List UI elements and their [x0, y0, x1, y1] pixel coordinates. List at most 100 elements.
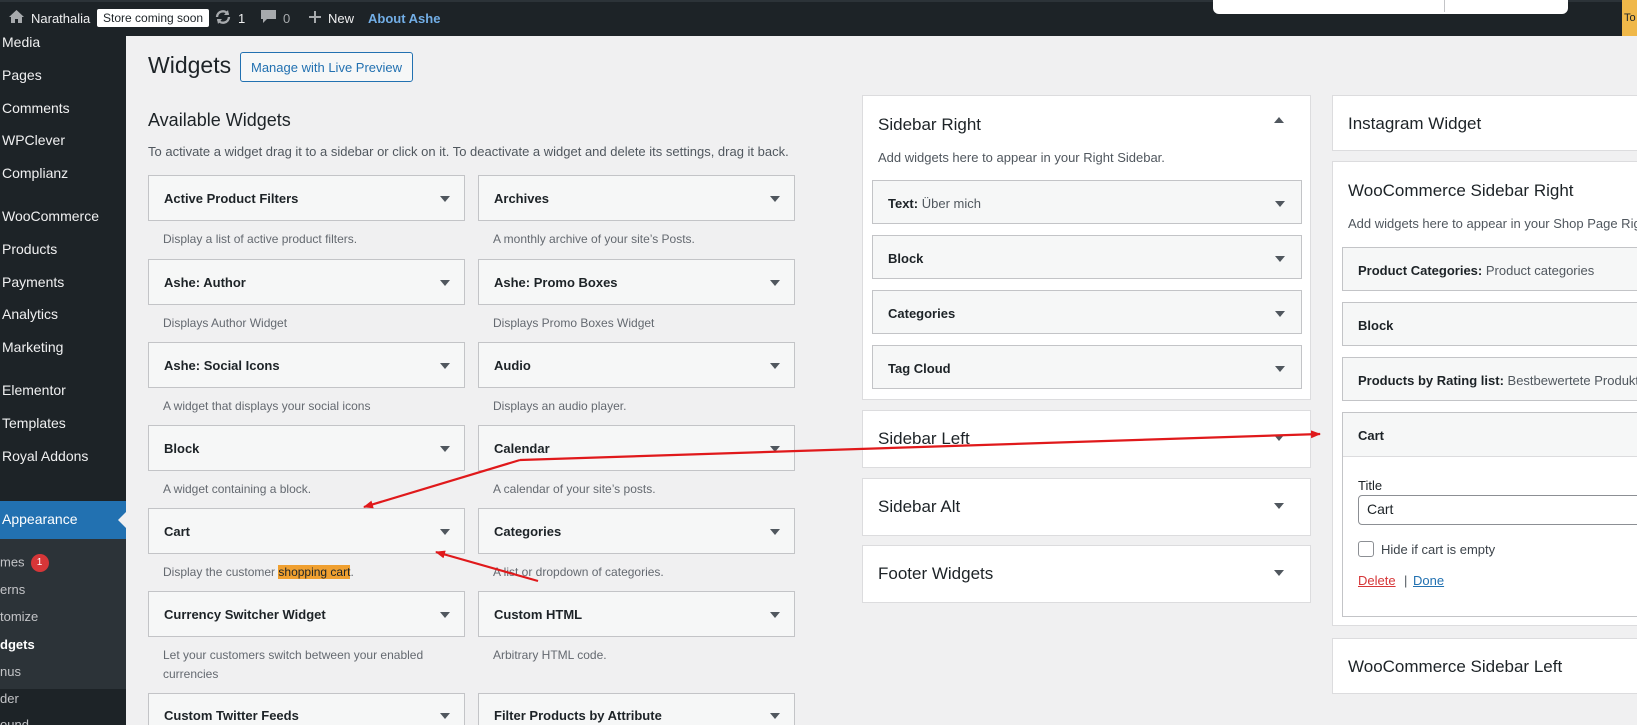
widget-ashe-social-icons[interactable]: Ashe: Social Icons — [148, 342, 465, 388]
chevron-down-icon[interactable] — [440, 713, 450, 719]
chevron-down-icon[interactable] — [440, 363, 450, 369]
menu-item-media[interactable]: Media — [2, 34, 40, 50]
menu-item-complianz[interactable]: Complianz — [2, 165, 68, 181]
area-title: Sidebar Left — [878, 429, 970, 448]
title-input[interactable]: Cart — [1358, 495, 1637, 525]
admin-bar-corner-item[interactable]: To — [1622, 0, 1637, 36]
widget-description: A calendar of your site’s posts. — [493, 482, 656, 496]
chevron-down-icon[interactable] — [1274, 435, 1284, 441]
chevron-down-icon[interactable] — [1275, 256, 1285, 262]
submenu-label: der — [0, 691, 19, 706]
widget-title: Cart — [164, 524, 191, 539]
delete-link[interactable]: Delete — [1358, 573, 1396, 588]
woo-right-widget-products-by-rating[interactable]: Products by Rating list: Bestbewertete P… — [1342, 357, 1637, 401]
submenu-item-menus[interactable]: nus — [0, 664, 21, 679]
chevron-down-icon[interactable] — [770, 713, 780, 719]
widget-ashe-author[interactable]: Ashe: Author — [148, 259, 465, 305]
sidebar-right-widget-tag-cloud[interactable]: Tag Cloud — [872, 345, 1302, 389]
manage-live-preview-button[interactable]: Manage with Live Preview — [240, 52, 414, 82]
sidebar-right-widget-categories[interactable]: Categories — [872, 290, 1302, 334]
about-ashe-link[interactable]: About Ashe — [368, 0, 440, 36]
submenu-item-patterns[interactable]: erns — [0, 582, 25, 597]
chevron-down-icon[interactable] — [1274, 570, 1284, 576]
submenu-item-widgets[interactable]: dgets — [0, 637, 35, 652]
sidebar-right-widget-text[interactable]: Text: Über mich — [872, 180, 1302, 224]
menu-item-pages[interactable]: Pages — [2, 67, 42, 83]
submenu-item-header[interactable]: der — [0, 691, 19, 706]
chevron-up-icon[interactable] — [1274, 117, 1284, 123]
updates-link[interactable]: 1 — [214, 0, 245, 36]
desc-text: Display the customer — [163, 565, 279, 579]
widget-custom-twitter-feeds[interactable]: Custom Twitter Feeds — [148, 693, 465, 725]
menu-item-products[interactable]: Products — [2, 241, 57, 257]
sidebar-left-area[interactable]: Sidebar Left — [862, 410, 1311, 468]
woo-right-widget-product-categories[interactable]: Product Categories: Product categories — [1342, 247, 1637, 291]
menu-label: WPClever — [2, 132, 66, 148]
chevron-down-icon[interactable] — [440, 446, 450, 452]
widget-calendar[interactable]: Calendar — [478, 425, 795, 471]
submenu-item-customize[interactable]: tomize — [0, 609, 38, 624]
hide-if-empty-checkbox[interactable] — [1358, 541, 1374, 557]
woo-right-widget-block[interactable]: Block — [1342, 302, 1637, 346]
chevron-down-icon[interactable] — [440, 529, 450, 535]
widget-archives[interactable]: Archives — [478, 175, 795, 221]
submenu-item-background[interactable]: ound — [0, 717, 29, 725]
menu-item-analytics[interactable]: Analytics — [2, 306, 58, 322]
admin-bar-search-box[interactable] — [1213, 0, 1568, 14]
chevron-down-icon[interactable] — [1275, 366, 1285, 372]
menu-item-woocommerce[interactable]: WooCommerce — [2, 208, 99, 224]
comments-link[interactable]: 0 — [260, 0, 290, 36]
chevron-down-icon[interactable] — [440, 612, 450, 618]
chevron-down-icon[interactable] — [1274, 503, 1284, 509]
chevron-down-icon[interactable] — [1275, 201, 1285, 207]
chevron-down-icon[interactable] — [770, 612, 780, 618]
appearance-submenu: mes 1 erns tomize dgets nus der ound — [0, 539, 126, 725]
chevron-down-icon[interactable] — [440, 280, 450, 286]
widget-categories[interactable]: Categories — [478, 508, 795, 554]
menu-item-royal-addons[interactable]: Royal Addons — [2, 448, 88, 464]
widget-active-product-filters[interactable]: Active Product Filters — [148, 175, 465, 221]
widget-custom-html[interactable]: Custom HTML — [478, 591, 795, 637]
area-title: Footer Widgets — [878, 564, 994, 583]
submenu-item-themes[interactable]: mes 1 — [0, 554, 49, 572]
woocommerce-sidebar-left-area[interactable]: WooCommerce Sidebar Left — [1332, 638, 1637, 694]
widget-block[interactable]: Block — [148, 425, 465, 471]
widget-filter-products-by-attribute[interactable]: Filter Products by Attribute — [478, 693, 795, 725]
cart-widget-header[interactable]: Cart — [1343, 413, 1637, 457]
footer-widgets-area[interactable]: Footer Widgets — [862, 545, 1311, 603]
chevron-down-icon[interactable] — [1275, 311, 1285, 317]
instagram-widget-area[interactable]: Instagram Widget — [1332, 95, 1637, 151]
chevron-down-icon[interactable] — [770, 446, 780, 452]
menu-item-payments[interactable]: Payments — [2, 274, 64, 290]
sidebar-right-widget-block[interactable]: Block — [872, 235, 1302, 279]
submenu-label: mes — [0, 554, 25, 570]
chevron-down-icon[interactable] — [770, 280, 780, 286]
widget-audio[interactable]: Audio — [478, 342, 795, 388]
site-name-link[interactable]: Narathalia — [8, 0, 90, 36]
menu-label: Royal Addons — [2, 448, 89, 464]
widget-title: Archives — [494, 191, 549, 206]
menu-label: WooCommerce — [2, 208, 99, 224]
menu-item-appearance[interactable]: Appearance — [0, 501, 126, 539]
sidebar-alt-area[interactable]: Sidebar Alt — [862, 478, 1311, 536]
menu-item-marketing[interactable]: Marketing — [2, 339, 63, 355]
menu-item-templates[interactable]: Templates — [2, 415, 66, 431]
chevron-down-icon[interactable] — [440, 196, 450, 202]
chevron-down-icon[interactable] — [770, 363, 780, 369]
chevron-down-icon[interactable] — [770, 196, 780, 202]
done-link[interactable]: Done — [1413, 573, 1444, 588]
widget-description: A monthly archive of your site’s Posts. — [493, 232, 695, 246]
area-title: WooCommerce Sidebar Right — [1348, 181, 1574, 200]
menu-item-elementor[interactable]: Elementor — [2, 382, 66, 398]
widget-title: Custom Twitter Feeds — [164, 708, 299, 723]
menu-item-wpclever[interactable]: WPClever — [2, 132, 65, 148]
widget-title: Cart — [1358, 428, 1385, 443]
chevron-down-icon[interactable] — [770, 529, 780, 535]
widget-cart[interactable]: Cart — [148, 508, 465, 554]
new-content-link[interactable]: New — [308, 0, 354, 36]
widget-currency-switcher[interactable]: Currency Switcher Widget — [148, 591, 465, 637]
menu-item-comments[interactable]: Comments — [2, 100, 70, 116]
store-status[interactable]: Store coming soon — [97, 0, 210, 36]
widget-ashe-promo-boxes[interactable]: Ashe: Promo Boxes — [478, 259, 795, 305]
widget-description: Arbitrary HTML code. — [493, 648, 607, 662]
